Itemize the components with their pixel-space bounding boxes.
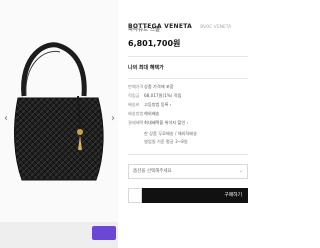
spec-row: 배송방법 해외배송 [128, 111, 248, 118]
spec-value[interactable]: 고등방법 등록 › [144, 102, 171, 108]
spec-value: 해외배송 [144, 111, 160, 116]
chevron-right-icon[interactable]: › [108, 112, 118, 126]
brand-row: BOTTEGA VENETA BV0C VENETA [128, 13, 248, 30]
spec-row[interactable]: 결제혜택 최대혜택을 위이지 할인 › [128, 120, 248, 127]
option-placeholder: 옵션을 선택해주세요 [133, 169, 172, 174]
product-gallery: ‹ › [0, 0, 118, 248]
spec-row: 판매가격 상품 가격에 포함 [128, 84, 248, 91]
spec-value: 68,017원(1%) 적립 [144, 93, 182, 98]
shipping-notice: 영업일 기준 평균 3~8일 [144, 139, 188, 144]
product-image [14, 42, 104, 181]
spec-label: 적립금 [128, 93, 140, 98]
divider [128, 154, 248, 155]
product-name: 파라슈트 스몰 [128, 27, 161, 33]
spec-label: 배송비 [128, 102, 140, 107]
divider [128, 78, 248, 79]
spec-label: 배송방법 [128, 111, 144, 116]
spec-row: 적립금 68,017원(1%) 적립 [128, 93, 248, 100]
chevron-down-icon: ⌄ [238, 168, 243, 174]
spec-value: 상품 가격에 포함 [144, 84, 174, 89]
benefit-section-title: 나의 최대 혜택가 [128, 65, 164, 71]
option-select[interactable]: 옵션을 선택해주세요 ⌄ [128, 164, 248, 179]
spec-label: 판매가격 [128, 84, 144, 89]
thumbnail-item[interactable] [92, 226, 116, 240]
shipping-notice: 한 상품 무료배송 / 해외직배송 [144, 131, 197, 136]
spec-label: 결제혜택 [128, 120, 144, 125]
product-price: 6,801,700원 [128, 39, 181, 48]
divider [128, 56, 248, 57]
buy-button[interactable]: 구매하기 [142, 188, 248, 203]
spec-row[interactable]: 배송비 고등방법 등록 › [128, 102, 248, 109]
product-info-panel: BOTTEGA VENETA BV0C VENETA 파라슈트 스몰 6,801… [128, 0, 248, 248]
quantity-box[interactable] [128, 188, 142, 203]
spec-value[interactable]: 최대혜택을 위이지 할인 › [144, 120, 188, 126]
product-code: BV0C VENETA [200, 25, 232, 30]
